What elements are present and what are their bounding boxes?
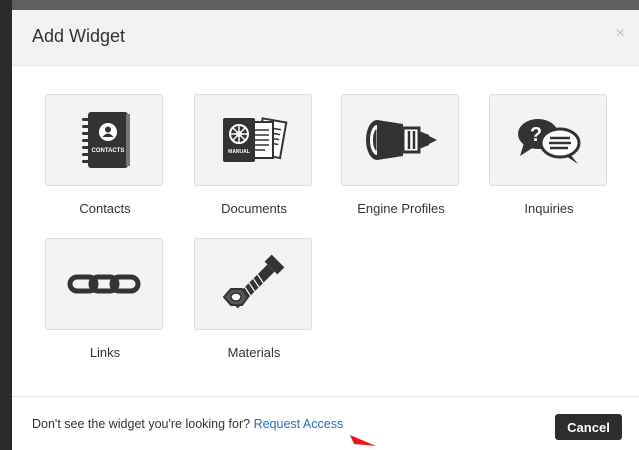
- widget-label: Links: [89, 345, 121, 360]
- widget-label: Documents: [221, 201, 287, 216]
- dialog-footer: Don't see the widget you're looking for?…: [12, 396, 639, 450]
- footer-prompt: Don't see the widget you're looking for?: [32, 417, 254, 431]
- documents-badge-text: MANUAL: [228, 149, 250, 155]
- contacts-book-icon: CONTACTS: [82, 112, 130, 168]
- widget-tile-box[interactable]: MANUAL: [194, 94, 312, 186]
- bolt-nut-icon: [222, 254, 285, 309]
- widget-tile-contacts[interactable]: CONTACTS Contacts: [45, 94, 165, 216]
- footer-help-text: Don't see the widget you're looking for?…: [32, 417, 343, 431]
- widget-tile-box[interactable]: CONTACTS: [45, 94, 163, 186]
- chain-link-icon: [67, 274, 141, 294]
- jet-engine-icon: [366, 120, 437, 160]
- widget-tile-materials[interactable]: Materials: [194, 238, 314, 360]
- background-page-edge: [0, 0, 12, 450]
- contacts-badge-text: CONTACTS: [92, 148, 125, 154]
- widget-tile-box[interactable]: [45, 238, 163, 330]
- widget-label: Materials: [227, 345, 281, 360]
- widget-tile-links[interactable]: Links: [45, 238, 165, 360]
- widget-label: Engine Profiles: [357, 201, 445, 216]
- request-access-link[interactable]: Request Access: [254, 417, 344, 431]
- widget-tile-documents[interactable]: MANUAL Documents: [194, 94, 314, 216]
- widget-tile-box[interactable]: [194, 238, 312, 330]
- widget-tile-box[interactable]: ?: [489, 94, 607, 186]
- widget-tile-engine-profiles[interactable]: Engine Profiles: [341, 94, 461, 216]
- widget-label: Contacts: [79, 201, 131, 216]
- documents-manual-icon: MANUAL: [223, 117, 288, 162]
- widget-tile-box[interactable]: [341, 94, 459, 186]
- close-icon: ×: [615, 25, 625, 42]
- dialog-header: Add Widget ×: [12, 10, 639, 66]
- dialog-title: Add Widget: [32, 26, 126, 46]
- widget-tile-inquiries[interactable]: ? Inquiries: [489, 94, 609, 216]
- widget-label: Inquiries: [524, 201, 574, 216]
- cancel-button[interactable]: Cancel: [555, 414, 622, 440]
- question-speech-bubbles-icon: ?: [518, 119, 581, 164]
- add-widget-dialog: Add Widget × CONTACTS Contacts MANUAL Do…: [12, 10, 639, 450]
- close-button[interactable]: ×: [616, 26, 625, 42]
- pointer-cursor-icon: [350, 435, 376, 446]
